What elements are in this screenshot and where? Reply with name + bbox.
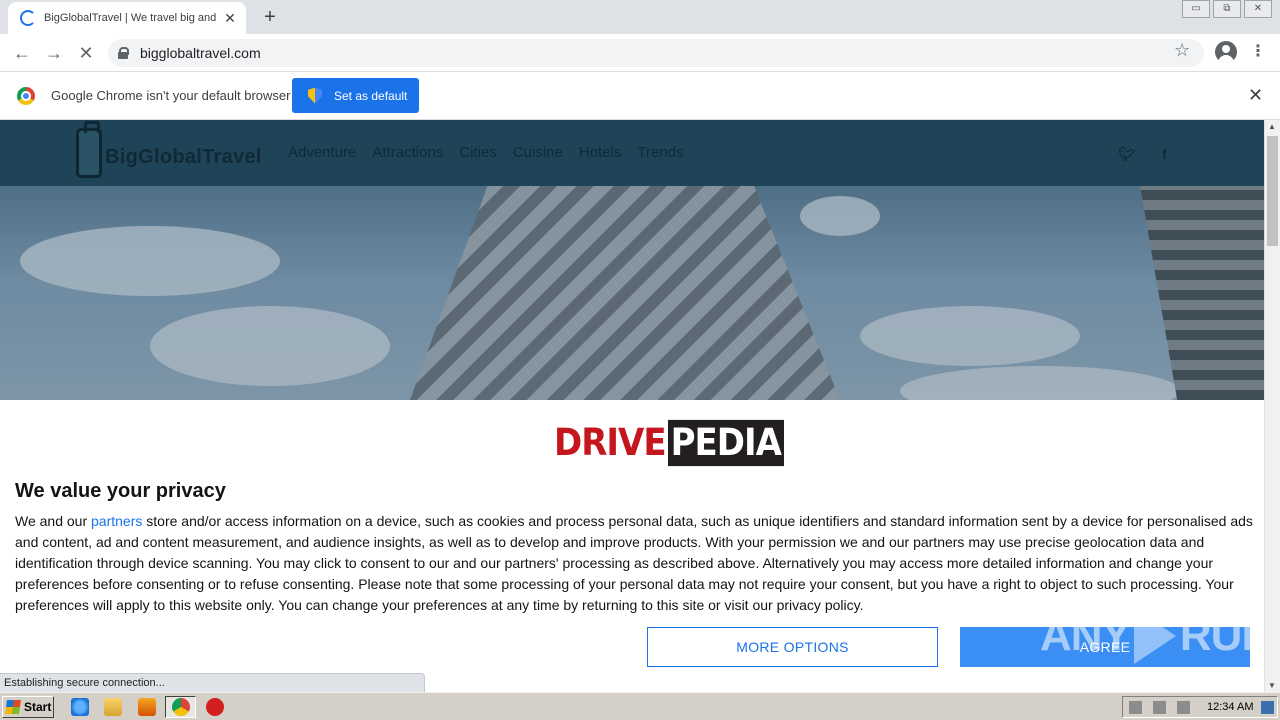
agree-button[interactable]: AGREE [960,627,1250,667]
tab-bigglobaltravel[interactable]: BigGlobalTravel | We travel big and g ✕ [8,2,246,34]
media-player-icon[interactable] [138,698,156,716]
hero-image [0,186,1264,400]
set-as-default-button[interactable]: Set as default [292,78,419,113]
privacy-consent-dialog: DRIVE PEDIA We value your privacy We and… [0,400,1264,692]
uac-shield-icon [308,87,322,104]
internet-explorer-icon[interactable] [71,698,89,716]
scroll-down-arrow-icon[interactable]: ▼ [1268,681,1276,690]
logo-pedia: PEDIA [667,419,784,467]
address-bar[interactable]: bigglobaltravel.com [108,39,1204,67]
consent-body: We and our partners store and/or access … [15,511,1262,616]
consent-body-start: We and our [15,513,92,529]
chrome-icon [172,698,190,716]
nav-item-cities[interactable]: Cities [459,144,497,161]
status-bubble: Establishing secure connection... [0,673,425,692]
more-options-button[interactable]: MORE OPTIONS [647,627,938,667]
nav-item-hotels[interactable]: Hotels [579,144,622,161]
default-browser-infobar: Google Chrome isn't your default browser… [0,72,1280,120]
nav-item-adventure[interactable]: Adventure [288,144,356,161]
facebook-icon[interactable]: f [1162,146,1167,162]
set-as-default-label: Set as default [334,88,408,103]
drivepedia-logo: DRIVE PEDIA [554,419,784,467]
tab-close-icon[interactable]: ✕ [222,10,238,27]
browser-toolbar: ← → ✕ bigglobaltravel.com ☆ ⋮ [0,34,1280,72]
tab-strip: BigGlobalTravel | We travel big and g ✕ … [0,0,1280,34]
network-icon[interactable] [1153,701,1166,714]
menu-kebab-icon[interactable]: ⋮ [1250,41,1266,61]
site-nav: Adventure Attractions Cities Cuisine Hot… [288,144,699,161]
bookmark-star-icon[interactable]: ☆ [1174,40,1190,61]
system-tray: 12:34 AM [1122,696,1278,718]
cloud-shape [900,366,1180,400]
page-scrollbar[interactable]: ▲ ▼ [1264,120,1280,692]
cloud-shape [20,226,280,296]
site-header: BigGlobalTravel Adventure Attractions Ci… [0,120,1264,186]
nav-item-attractions[interactable]: Attractions [372,144,443,161]
consent-heading: We value your privacy [15,480,226,502]
windows-taskbar: Start 12:34 AM [0,692,1280,720]
building-right-image [1140,186,1264,400]
cloud-shape [860,306,1080,366]
tab-title: BigGlobalTravel | We travel big and g [44,12,218,24]
screen: BigGlobalTravel | We travel big and g ✕ … [0,0,1280,720]
opera-icon[interactable] [206,698,224,716]
infobar-message: Google Chrome isn't your default browser [51,88,291,103]
infobar-close-icon[interactable]: ✕ [1248,85,1263,106]
show-desktop-icon[interactable] [1261,701,1274,714]
loading-spinner-icon [20,10,36,26]
web-page: BigGlobalTravel Adventure Attractions Ci… [0,120,1264,692]
action-center-flag-icon[interactable] [1177,701,1190,714]
windows-flag-icon [5,700,21,714]
cloud-shape [150,306,390,386]
scroll-up-arrow-icon[interactable]: ▲ [1268,122,1276,131]
window-controls: ▭ ⧉ ✕ [1179,0,1272,18]
url-text: bigglobaltravel.com [140,45,261,61]
back-arrow-icon[interactable]: ← [9,40,35,66]
restore-button[interactable]: ⧉ [1213,0,1241,18]
close-window-button[interactable]: ✕ [1244,0,1272,18]
forward-arrow-icon[interactable]: → [41,40,67,66]
new-tab-button[interactable]: + [258,5,282,29]
lock-icon[interactable] [118,47,129,59]
nav-item-trends[interactable]: Trends [637,144,683,161]
profile-avatar-icon[interactable] [1215,41,1237,63]
scrollbar-thumb[interactable] [1267,136,1278,246]
cloud-shape [800,196,880,236]
start-label: Start [24,700,52,714]
stop-loading-icon[interactable]: ✕ [73,40,99,66]
volume-icon[interactable] [1129,701,1142,714]
consent-body-rest: store and/or access information on a dev… [15,513,1253,613]
start-button[interactable]: Start [2,696,54,718]
minimize-button[interactable]: ▭ [1182,0,1210,18]
chrome-taskbar-button[interactable] [165,696,196,718]
logo-drive: DRIVE [554,421,667,465]
building-image [410,186,840,400]
site-logo-text[interactable]: BigGlobalTravel [105,146,262,169]
nav-item-cuisine[interactable]: Cuisine [513,144,563,161]
chrome-logo-icon [17,87,35,105]
suitcase-logo-icon[interactable] [76,121,102,178]
file-explorer-icon[interactable] [104,698,122,716]
twitter-icon[interactable]: 🐦︎ [1118,146,1136,163]
partners-link[interactable]: partners [91,513,142,529]
clock[interactable]: 12:34 AM [1207,701,1253,713]
